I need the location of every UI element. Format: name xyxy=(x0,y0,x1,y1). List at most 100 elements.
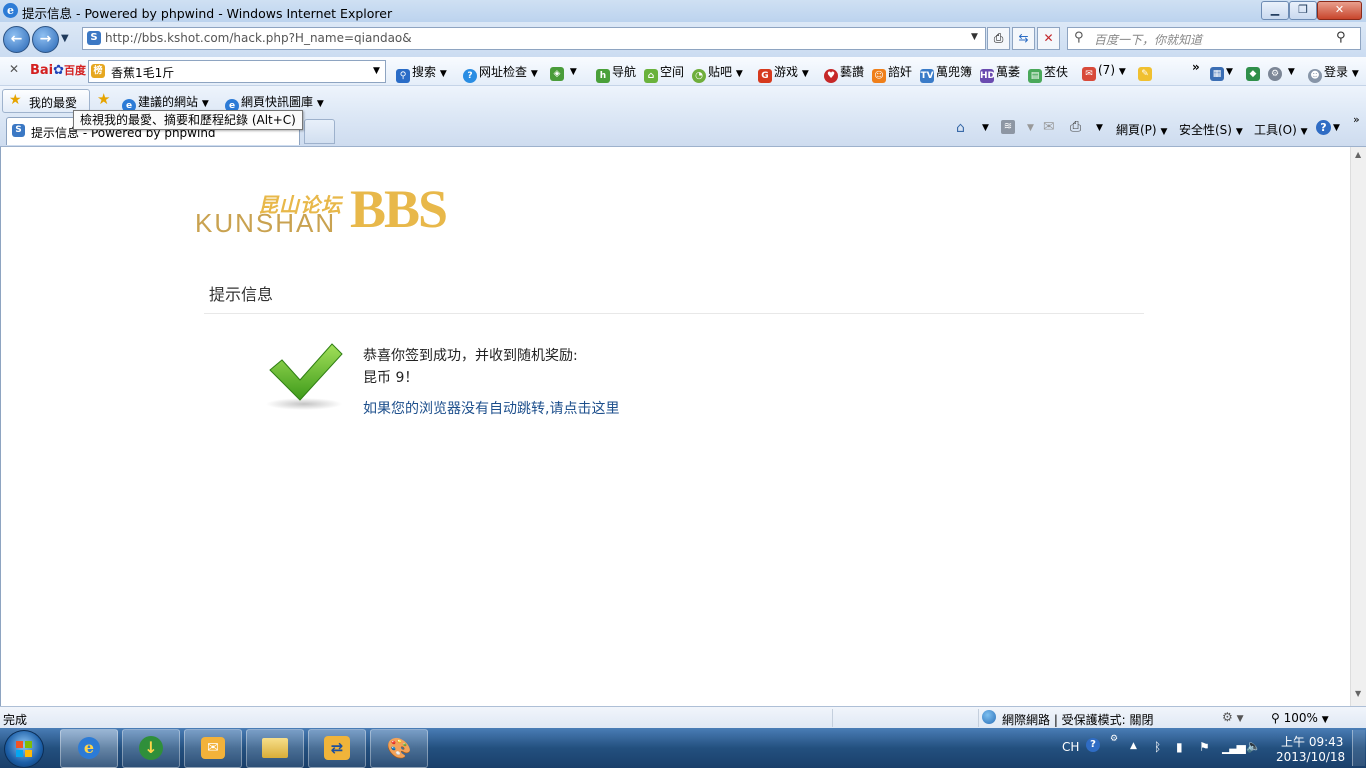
globe-icon xyxy=(982,710,996,724)
ime-help-icon[interactable]: ? xyxy=(1086,738,1100,752)
network-signal-icon[interactable]: ▁▃▅ xyxy=(1222,740,1246,754)
title-bar: e 提示信息 - Powered by phpwind - Windows In… xyxy=(0,0,1366,22)
folder-icon xyxy=(262,738,288,758)
space-button[interactable]: ⌂ 空间 xyxy=(644,63,684,83)
bluetooth-icon[interactable]: ᛒ xyxy=(1154,740,1161,754)
search-go-icon[interactable]: ⚲ xyxy=(1336,30,1346,45)
success-check-icon xyxy=(264,340,344,412)
maximize-button[interactable]: ❐ xyxy=(1289,1,1317,20)
layout-button[interactable]: ▦ ▼ xyxy=(1210,63,1233,81)
tv-icon: TV xyxy=(920,69,934,83)
toolbar-overflow-icon[interactable]: » xyxy=(1192,60,1200,74)
baidu-search-input[interactable]: 香蕉1毛1斤 xyxy=(111,64,174,81)
url-check-button[interactable]: ? 网址检查 ▼ xyxy=(463,63,538,83)
forward-button[interactable]: → xyxy=(32,26,59,53)
add-favorite-icon[interactable]: ★ xyxy=(97,90,110,108)
home-icon[interactable]: ⌂ xyxy=(956,120,965,136)
stop-icon[interactable]: ✕ xyxy=(1037,27,1060,50)
highlight-button[interactable]: ✎ xyxy=(1138,63,1154,81)
search-input[interactable]: 百度一下，你就知道 xyxy=(1094,31,1202,48)
toolbar-item-8[interactable]: TV 萬兜簿 xyxy=(920,63,972,83)
toolbar-item-6[interactable]: ♥ 藝讚 xyxy=(824,63,864,83)
taskbar-app5-button[interactable]: ⇄ xyxy=(308,729,366,768)
zoom-control[interactable]: ⚲ 100% ▼ xyxy=(1271,711,1329,725)
address-dropdown-icon[interactable]: ▼ xyxy=(971,32,978,42)
taskbar-ie-button[interactable]: e xyxy=(60,729,118,768)
toolbar-item-9[interactable]: HD萬萎 xyxy=(980,63,1020,83)
clock-time[interactable]: 上午 09:43 xyxy=(1281,733,1343,750)
flag-icon[interactable]: ⚑ xyxy=(1199,740,1210,754)
print-icon[interactable]: ⎙ xyxy=(1070,119,1081,135)
search-box[interactable]: ⚲ 百度一下，你就知道 ⚲ xyxy=(1067,27,1361,50)
taskbar-app3-button[interactable]: ✉ xyxy=(184,729,242,768)
tools-menu[interactable]: 工具(O) ▼ xyxy=(1254,121,1308,138)
show-desktop-button[interactable] xyxy=(1352,730,1365,766)
volume-muted-icon[interactable]: 🔈 xyxy=(1246,739,1261,753)
window-title: 提示信息 - Powered by phpwind - Windows Inte… xyxy=(22,6,393,21)
help-icon[interactable]: ? xyxy=(1316,120,1331,135)
safety-menu-label: 安全性(S) xyxy=(1179,123,1232,137)
user-icon: ☻ xyxy=(1308,69,1322,83)
login-button[interactable]: ☻ 登录 ▼ xyxy=(1308,63,1359,83)
settings-button[interactable]: ⚙ ▼ xyxy=(1268,63,1295,81)
mail-button[interactable]: ✉ (7) ▼ xyxy=(1082,63,1126,81)
back-button[interactable]: ← xyxy=(3,26,30,53)
redirect-link[interactable]: 如果您的浏览器没有自动跳转,请点击这里 xyxy=(363,398,619,418)
toolbar-close-icon[interactable]: ✕ xyxy=(9,62,19,76)
start-button[interactable] xyxy=(4,730,44,768)
print-dropdown-icon[interactable]: ▼ xyxy=(1096,123,1103,133)
home-dropdown-icon[interactable]: ▼ xyxy=(982,123,989,133)
baidu-search-field[interactable]: 榜 香蕉1毛1斤 ▼ xyxy=(88,60,386,83)
safety-menu[interactable]: 安全性(S) ▼ xyxy=(1179,121,1243,138)
language-indicator[interactable]: CH xyxy=(1062,740,1079,754)
minimize-button[interactable]: ▁ xyxy=(1261,1,1289,20)
recent-pages-dropdown-icon[interactable]: ▼ xyxy=(61,33,69,44)
address-input[interactable]: http://bbs.kshot.com/hack.php?H_name=qia… xyxy=(105,31,412,45)
show-hidden-icons-icon[interactable]: ▲ xyxy=(1130,741,1137,751)
toolbar-item-7[interactable]: ☺ 諮奸 xyxy=(872,63,912,83)
nav-label: 导航 xyxy=(612,65,637,79)
hd-icon: HD xyxy=(980,69,996,83)
space-label: 空间 xyxy=(660,65,685,79)
status-bar: 完成 網際網路 | 受保護模式: 關閉 ⚙ ▼ ⚲ 100% ▼ xyxy=(0,706,1366,729)
baidu-paw-icon: ✿ xyxy=(53,63,65,78)
device-icon[interactable]: ▮ xyxy=(1176,740,1183,754)
new-tab-button[interactable] xyxy=(304,119,335,144)
taskbar-explorer-button[interactable] xyxy=(246,729,304,768)
baidu-logo: Bai✿百度 xyxy=(30,62,86,78)
games-button[interactable]: G 游戏 ▼ xyxy=(758,63,809,83)
refresh-icon[interactable]: ⇆ xyxy=(1012,27,1035,50)
taskbar-app2-button[interactable]: ↓ xyxy=(122,729,180,768)
web-slice-gallery-label: 網頁快訊圖庫 xyxy=(241,95,314,109)
lips-icon: ♥ xyxy=(824,69,838,83)
toolbar-item-7-label: 諮奸 xyxy=(888,65,913,79)
vertical-scrollbar[interactable]: ▲ ▼ xyxy=(1350,147,1366,706)
toolbar-item-10[interactable]: ▤ 苤伕 xyxy=(1028,63,1068,83)
clock-date[interactable]: 2013/10/18 xyxy=(1276,750,1345,764)
feeds-icon[interactable]: ≋ xyxy=(1001,120,1015,134)
shield-button[interactable]: ◈ ▼ xyxy=(550,63,577,81)
page-menu[interactable]: 網頁(P) ▼ xyxy=(1116,121,1167,138)
address-bar[interactable]: S http://bbs.kshot.com/hack.php?H_name=q… xyxy=(82,27,986,50)
command-overflow-icon[interactable]: » xyxy=(1353,113,1360,126)
compatibility-view-icon[interactable]: ⎙ xyxy=(987,27,1010,50)
scroll-down-icon[interactable]: ▼ xyxy=(1355,689,1361,698)
baidu-search-button[interactable]: ⚲ 搜索 ▼ xyxy=(396,63,447,83)
help-dropdown-icon[interactable]: ▼ xyxy=(1333,123,1340,133)
ime-options-icon[interactable]: ⚙ xyxy=(1110,734,1118,744)
scroll-up-icon[interactable]: ▲ xyxy=(1355,150,1361,159)
protected-mode-icon[interactable]: ⚙ ▼ xyxy=(1222,710,1244,724)
tieba-button[interactable]: ◔ 贴吧 ▼ xyxy=(692,63,743,83)
close-button[interactable]: ✕ xyxy=(1317,1,1362,20)
baidu-logo-cn: 百度 xyxy=(64,64,87,77)
reward-message: 昆币 9！ xyxy=(363,370,419,386)
feeds-dropdown-icon[interactable]: ▼ xyxy=(1027,123,1034,133)
read-mail-icon[interactable]: ✉ xyxy=(1043,119,1055,135)
addon-button[interactable]: ◆ xyxy=(1246,63,1262,81)
tieba-label: 贴吧 xyxy=(708,65,733,79)
nav-button[interactable]: h 导航 xyxy=(596,63,636,83)
baidu-input-dropdown-icon[interactable]: ▼ xyxy=(373,66,380,76)
title-divider xyxy=(204,313,1144,314)
paint-palette-icon: 🎨 xyxy=(386,736,412,760)
taskbar-paint-button[interactable]: 🎨 xyxy=(370,729,428,768)
